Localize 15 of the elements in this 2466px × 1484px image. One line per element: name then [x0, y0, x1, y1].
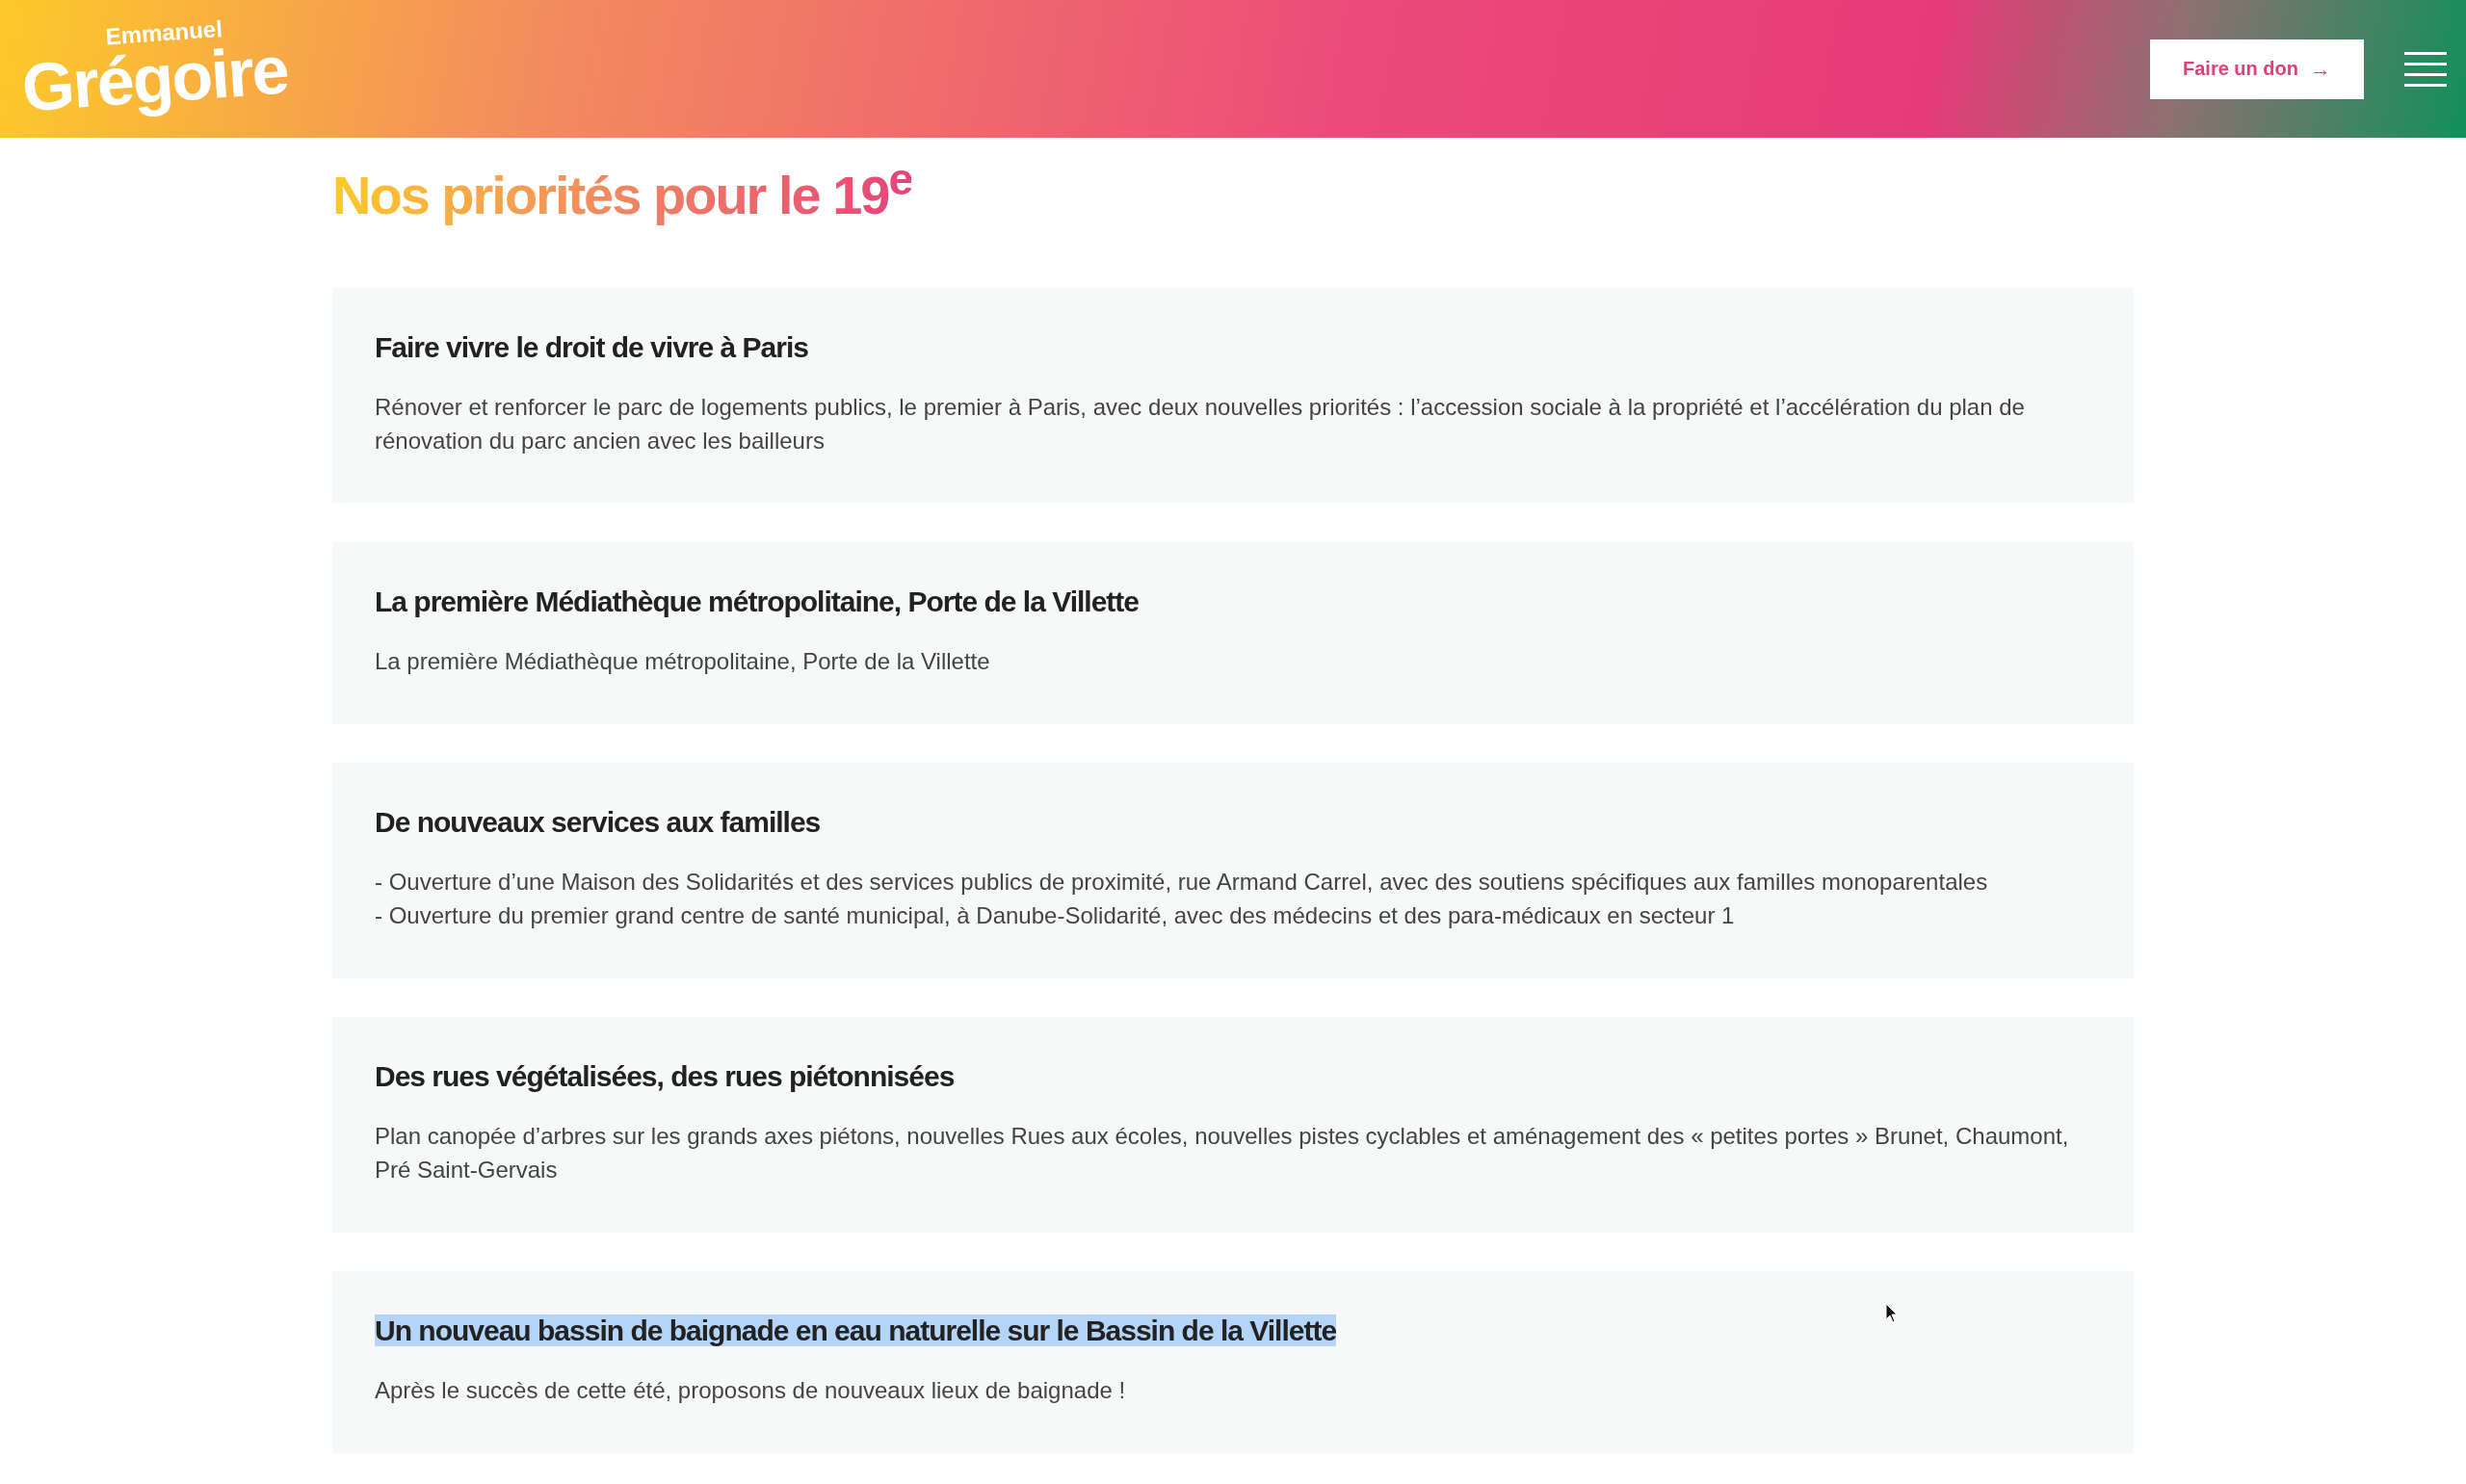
- priority-text: - Ouverture d’une Maison des Solidarités et des services publics de proximité, rue Armand Carrel, avec des soutiens spécifiques aux familles monoparentales: [375, 868, 1989, 897]
- priority-text: Rénover et renforcer le parc de logements publics, le premier à Paris, avec deux nouvelles priorités : l’accession sociale à la propriété et l’accélération du plan de rénovation du parc ancien avec les bailleurs: [375, 393, 2026, 456]
- priority-text: La première Médiathèque métropolitaine, Porte de la Villette: [375, 647, 991, 676]
- priority-title: De nouveaux services aux familles: [375, 806, 821, 838]
- logo-first-name: Emmanuel: [104, 13, 223, 48]
- priority-title: Des rues végétalisées, des rues piétonnisées: [375, 1060, 955, 1092]
- donate-button[interactable]: Faire un don →: [2150, 39, 2364, 99]
- priority-text: Plan canopée d’arbres sur les grands axes piétons, nouvelles Rues aux écoles, nouvelles pistes cyclables et aménagement des « petites portes » Brunet, Chaumont, Pré Saint-Gervais: [375, 1122, 2070, 1185]
- priority-title: Faire vivre le droit de vivre à Paris: [375, 331, 808, 363]
- priority-title: Un nouveau bassin de baignade en eau naturelle sur le Bassin de la Villette: [375, 1315, 1337, 1346]
- priority-title: La première Médiathèque métropolitaine, Porte de la Villette: [375, 586, 1139, 617]
- priority-text: Après le succès de cette été, proposons de nouveaux lieux de baignade !: [375, 1376, 1127, 1405]
- pointer-cursor-icon: [1885, 1303, 1899, 1324]
- menu-icon[interactable]: [2404, 51, 2447, 87]
- priority-text: - Ouverture du premier grand centre de santé municipal, à Danube-Solidarité, avec des médecins et des para-médicaux en secteur 1: [375, 901, 1736, 930]
